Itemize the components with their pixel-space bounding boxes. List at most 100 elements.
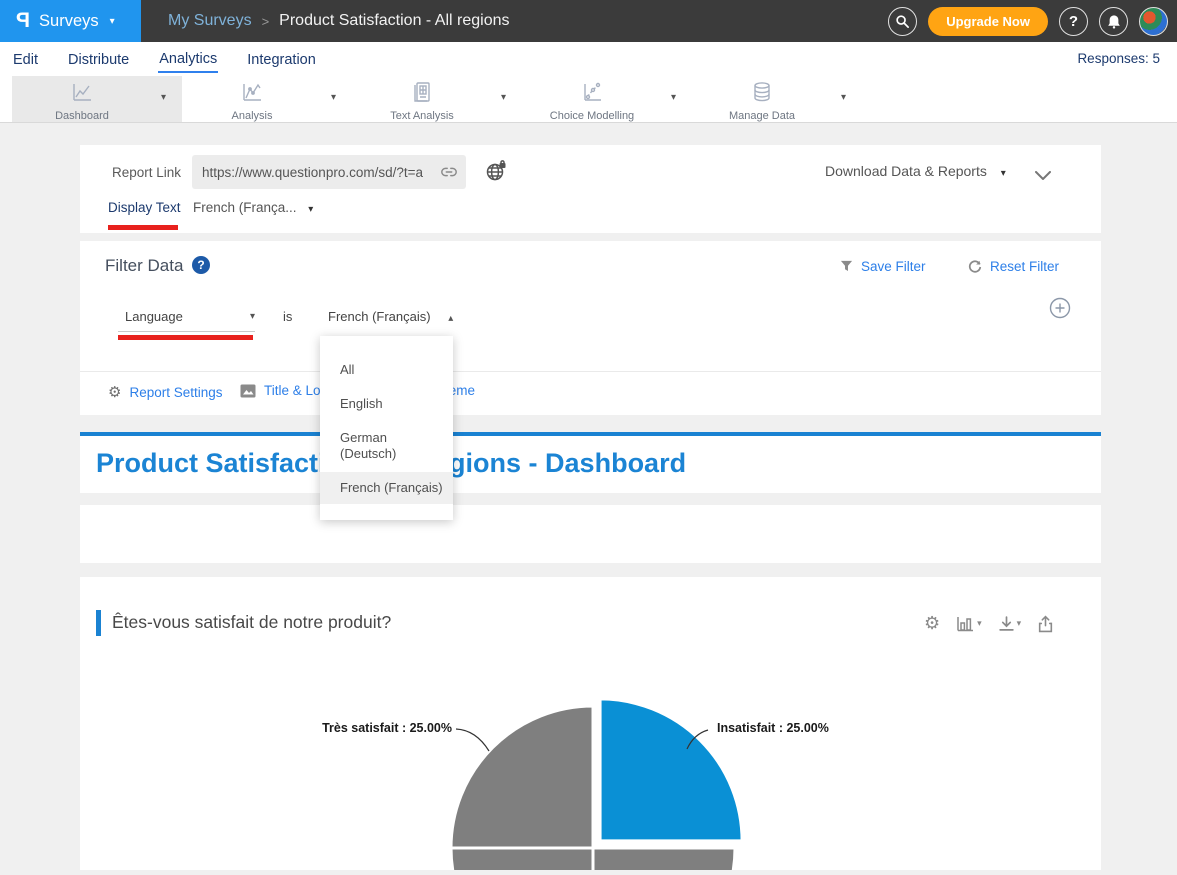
chevron-down-icon: ▾ <box>110 16 115 27</box>
filter-value-text: French (Français) <box>328 309 431 324</box>
breadcrumb: My Surveys > Product Satisfaction - All … <box>168 0 510 42</box>
save-filter-button[interactable]: Save Filter <box>840 259 926 274</box>
toolbar-manage-data[interactable]: Manage Data ▾ <box>692 76 862 122</box>
dropdown-option-all[interactable]: All <box>320 354 453 386</box>
survey-nav: Edit Distribute Analytics Integration Re… <box>0 42 1177 76</box>
report-settings-row: ⚙ Report Settings Title & Logo Theme <box>80 372 1101 415</box>
toolbar-label: Text Analysis <box>390 110 454 122</box>
pie-chart-svg[interactable] <box>80 577 1101 870</box>
search-button[interactable] <box>888 7 917 36</box>
save-filter-label: Save Filter <box>861 259 926 274</box>
chevron-down-icon[interactable]: ▾ <box>841 92 846 103</box>
database-icon <box>750 80 774 109</box>
filter-field-value: Language <box>125 309 183 324</box>
label-leader-line <box>456 729 489 751</box>
reset-filter-button[interactable]: Reset Filter <box>968 259 1059 274</box>
dropdown-option-french[interactable]: French (Français) <box>320 472 453 504</box>
pie-chart: Très satisfait : 25.00% Insatisfait : 25… <box>80 577 1101 870</box>
display-text-active-underline <box>108 225 178 230</box>
refresh-icon <box>968 260 982 274</box>
download-data-reports-menu[interactable]: Download Data & Reports ▾ <box>825 163 1006 179</box>
upgrade-now-button[interactable]: Upgrade Now <box>928 7 1048 36</box>
pie-slice-label: Très satisfait : 25.00% <box>322 721 452 735</box>
dashboard-chart-icon <box>70 80 94 109</box>
questionpro-logo-icon: P <box>16 9 30 33</box>
nav-tabs: Edit Distribute Analytics Integration <box>12 42 317 76</box>
toolbar-analysis[interactable]: Analysis ▾ <box>182 76 352 122</box>
chevron-down-icon: ▾ <box>308 204 313 215</box>
download-data-reports-label: Download Data & Reports <box>825 163 987 179</box>
display-text-tab[interactable]: Display Text <box>108 200 181 215</box>
user-avatar[interactable] <box>1139 7 1168 36</box>
report-settings-button[interactable]: ⚙ Report Settings <box>108 383 223 401</box>
report-settings-label: Report Settings <box>129 385 222 400</box>
question-chart-card: Êtes-vous satisfait de notre produit? ⚙ … <box>80 577 1101 870</box>
reset-filter-label: Reset Filter <box>990 259 1059 274</box>
brand-menu[interactable]: P Surveys ▾ <box>0 0 141 42</box>
brand-label: Surveys <box>39 12 99 31</box>
chevron-down-icon[interactable]: ▾ <box>671 92 676 103</box>
search-icon <box>895 14 910 29</box>
report-link-label: Report Link <box>112 165 181 180</box>
filter-field-select[interactable]: Language ▾ <box>125 309 255 324</box>
globe-lock-icon[interactable] <box>485 160 507 187</box>
link-icon <box>440 163 458 186</box>
page-title: Product Satisfaction - All regions <box>279 12 509 30</box>
pie-slice-label: Insatisfait : 25.00% <box>717 721 829 735</box>
empty-section-card <box>80 505 1101 563</box>
filter-field-red-underline <box>118 335 253 340</box>
top-bar: P Surveys ▾ My Surveys > Product Satisfa… <box>0 0 1177 42</box>
filter-help-icon[interactable]: ? <box>192 256 210 274</box>
toolbar-label: Analysis <box>232 110 273 122</box>
chevron-down-icon: ▾ <box>250 311 255 322</box>
dashboard-heading-card: Product Satisfaction - All regions - Das… <box>80 432 1101 493</box>
tab-edit[interactable]: Edit <box>12 46 39 72</box>
chevron-down-icon[interactable]: ▾ <box>331 92 336 103</box>
chevron-down-icon[interactable]: ▾ <box>501 92 506 103</box>
tab-analytics[interactable]: Analytics <box>158 45 218 73</box>
tab-integration[interactable]: Integration <box>246 46 317 72</box>
toolbar-label: Dashboard <box>55 110 109 122</box>
responses-count: Responses: 5 <box>1077 51 1160 66</box>
chevron-down-icon[interactable]: ▾ <box>161 92 166 103</box>
add-filter-condition-button[interactable] <box>1049 297 1071 324</box>
filter-value-select[interactable]: French (Français) ▴ <box>328 309 453 324</box>
chevron-up-icon: ▴ <box>448 313 453 324</box>
chevron-down-icon: ▾ <box>1001 168 1006 179</box>
filter-data-card: Filter Data ? Save Filter Reset Filter L… <box>80 241 1101 415</box>
gear-icon: ⚙ <box>108 383 121 401</box>
help-button[interactable]: ? <box>1059 7 1088 36</box>
breadcrumb-my-surveys[interactable]: My Surveys <box>168 12 252 30</box>
toolbar-label: Manage Data <box>729 110 795 122</box>
report-link-input[interactable] <box>192 155 466 189</box>
choice-modelling-icon <box>580 80 604 109</box>
filter-data-title: Filter Data <box>105 256 183 276</box>
top-right-actions: Upgrade Now ? <box>888 0 1168 42</box>
pie-slice[interactable] <box>593 848 735 870</box>
image-icon <box>240 384 256 398</box>
display-language-value: French (França... <box>193 200 297 215</box>
tab-distribute[interactable]: Distribute <box>67 46 130 72</box>
report-link-card: Report Link Download Data & Reports ▾ Di… <box>80 145 1101 233</box>
filter-field-underline <box>118 331 255 332</box>
pie-slice[interactable] <box>451 706 593 848</box>
language-options-dropdown: All English German (Deutsch) French (Fra… <box>320 336 453 520</box>
breadcrumb-separator: > <box>262 14 270 29</box>
notifications-button[interactable] <box>1099 7 1128 36</box>
toolbar-choice-modelling[interactable]: Choice Modelling ▾ <box>522 76 692 122</box>
display-language-select[interactable]: French (França... ▾ <box>193 200 313 215</box>
analytics-toolbar: Dashboard ▾ Analysis ▾ Text Analysis ▾ C… <box>0 76 1177 123</box>
toolbar-dashboard[interactable]: Dashboard ▾ <box>12 76 182 122</box>
toolbar-text-analysis[interactable]: Text Analysis ▾ <box>352 76 522 122</box>
pie-slice[interactable] <box>451 848 593 870</box>
toolbar-label: Choice Modelling <box>550 110 634 122</box>
dropdown-option-label: German (Deutsch) <box>340 430 418 462</box>
analysis-chart-icon <box>240 80 264 109</box>
bell-icon <box>1107 14 1121 29</box>
question-mark-icon: ? <box>1069 13 1078 30</box>
filter-operator: is <box>283 309 292 324</box>
dropdown-option-english[interactable]: English <box>320 388 453 420</box>
funnel-icon <box>840 260 853 273</box>
collapse-panel-chevron-icon[interactable] <box>1035 167 1051 185</box>
dropdown-option-german[interactable]: German (Deutsch) <box>320 422 453 470</box>
